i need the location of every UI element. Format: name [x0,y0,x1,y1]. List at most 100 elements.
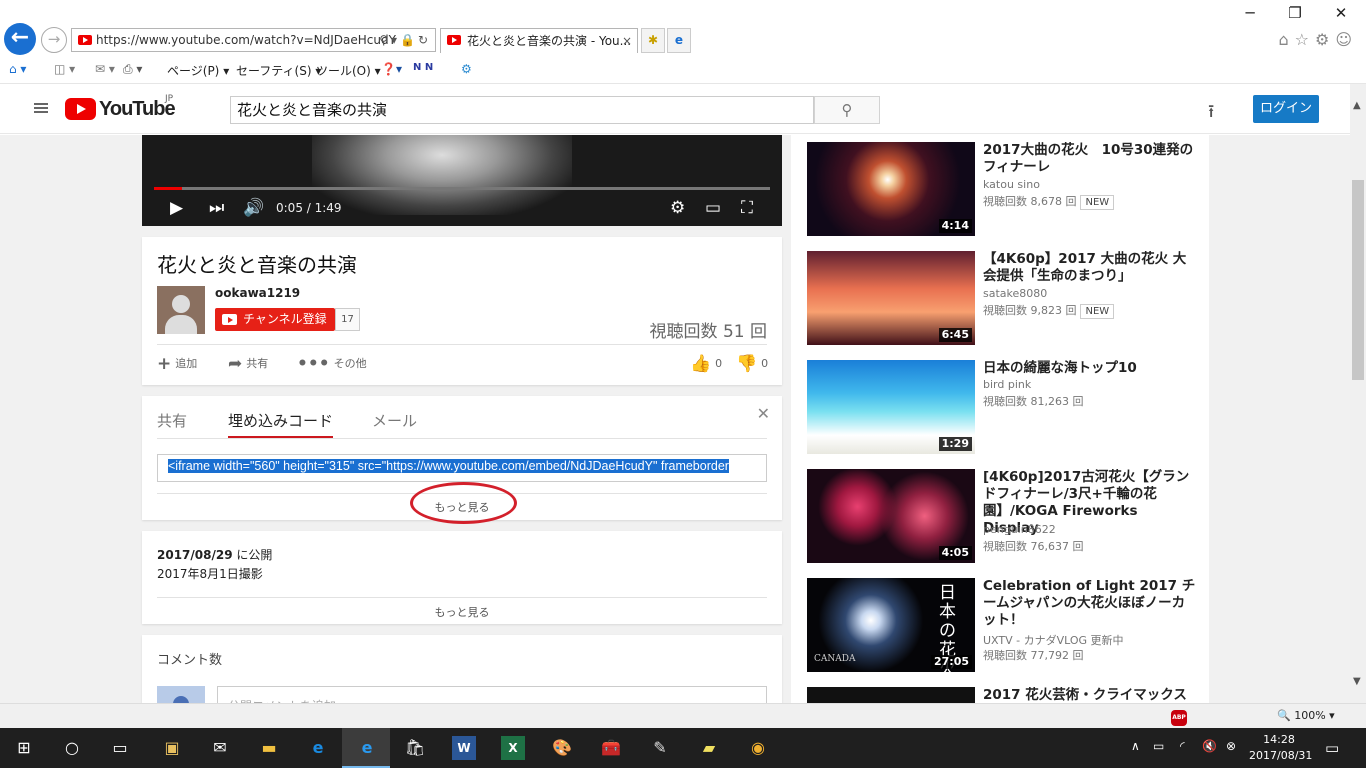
rss-icon[interactable]: ◫ ▾ [54,62,75,76]
search-button[interactable]: ⚲ [814,96,880,124]
wifi-icon[interactable]: ◜ [1180,739,1185,753]
related-video-5[interactable]: 日本の花火 CANADA 27:05 Celebration of Light … [807,578,1197,673]
fullscreen-icon[interactable]: ⛶ [741,198,753,218]
help-icon[interactable]: ❓▾ [381,62,402,76]
internet-explorer-icon[interactable]: e [355,736,379,760]
photo-viewer-icon[interactable]: ▣ [160,736,184,760]
excel-icon[interactable]: X [501,736,525,760]
tab-embed[interactable]: 埋め込みコード [228,410,333,431]
menu-safety[interactable]: セーフティ(S) ▾ [236,62,321,79]
battery-icon[interactable]: ▭ [1153,739,1164,753]
thumbnail[interactable]: 4:05 [807,469,975,563]
toolbox-icon[interactable]: 🧰 [599,736,623,760]
cortana-icon[interactable]: ○ [60,736,84,760]
thumbnail[interactable] [807,687,975,703]
settings-icon[interactable]: ⚙ [670,198,685,218]
system-clock[interactable]: 14:28 2017/08/31 [1249,732,1312,764]
edge-browser-icon[interactable]: e [306,736,330,760]
onenote-icon[interactable]: N N [413,62,433,73]
thumbnail[interactable]: 日本の花火 CANADA 27:05 [807,578,975,672]
add-button[interactable]: + 追加 [157,354,197,374]
new-tab-button[interactable]: ✱ [641,28,665,53]
volume-muted-icon[interactable]: 🔇 [1202,739,1217,753]
youtube-logo-text[interactable]: YouTube [99,98,176,121]
close-window-button[interactable]: ✕ [1326,4,1356,22]
like-button[interactable]: 👍 0 [690,354,722,374]
zoom-control[interactable]: 🔍 100% ▾ [1277,709,1335,722]
settings-gear-icon[interactable]: ⚙ [461,62,472,76]
share-button[interactable]: ➦ 共有 [228,354,268,374]
related-video-3[interactable]: 1:29 日本の綺麗な海トップ10 bird pink 視聴回数 81,263 … [807,360,1197,455]
subscribe-button[interactable]: チャンネル登録 [215,308,335,331]
divider [157,597,767,598]
tab-share[interactable]: 共有 [157,410,187,431]
thumbnail[interactable]: 4:14 [807,142,975,236]
tray-chevron-icon[interactable]: ∧ [1131,739,1140,753]
volume-icon[interactable]: 🔊 [243,198,264,218]
avatar[interactable] [157,286,205,334]
minimize-button[interactable]: ─ [1235,4,1265,22]
thumbnail[interactable]: 1:29 [807,360,975,454]
next-icon[interactable]: ⏭ [209,198,224,218]
address-bar[interactable]: https://www.youtube.com/watch?v=NdJDaeHc… [71,28,436,52]
login-button[interactable]: ログイン [1253,95,1319,123]
mail-app-icon[interactable]: ✉ [208,736,232,760]
related-video-1[interactable]: 4:14 2017大曲の花火 10号30連発のフィナーレ katou sino … [807,142,1197,237]
ie-toolbar-icons[interactable]: ⌂☆⚙☺ [1278,30,1358,49]
related-title[interactable]: Celebration of Light 2017 チームジャパンの大花火ほぼノ… [983,578,1197,629]
scroll-down-icon[interactable]: ▼ [1353,676,1361,687]
notifications-icon[interactable]: ▭ [1325,739,1339,757]
chrome-icon[interactable]: ◉ [746,736,770,760]
play-icon[interactable]: ▶ [170,198,183,218]
menu-page[interactable]: ページ(P) ▾ [167,62,229,79]
store-icon[interactable]: 🛍 [403,736,427,760]
related-title[interactable]: 2017大曲の花火 10号30連発のフィナーレ [983,142,1197,176]
related-title[interactable]: 2017 花火芸術・クライマックス [983,687,1197,703]
home-icon[interactable]: ⌂ ▾ [9,62,26,76]
video-progress-bar[interactable] [154,187,770,190]
thumbnail[interactable]: 6:45 [807,251,975,345]
scroll-up-icon[interactable]: ▲ [1353,100,1361,111]
related-video-4[interactable]: 4:05 [4K60p]2017古河花火【グランドフィナーレ/3尺+千輪の花園】… [807,469,1197,564]
address-bar-icons[interactable]: ⚲▾🔒↻ [379,29,431,51]
comment-input[interactable]: 公開コメントを追加... [217,686,767,703]
forward-button[interactable]: → [41,27,67,53]
word-icon[interactable]: W [452,736,476,760]
mail-icon[interactable]: ✉ ▾ [95,62,115,76]
paint-icon[interactable]: 🎨 [550,736,574,760]
video-player[interactable]: ▶ ⏭ 🔊 0:05 / 1:49 ⚙ ▭ ⛶ [142,135,782,226]
tab-close-icon[interactable]: × [622,29,632,53]
print-icon[interactable]: ⎙ ▾ [123,62,142,77]
more-button[interactable]: ••• その他 [297,354,367,374]
paint-3d-icon[interactable]: ✎ [648,736,672,760]
close-icon[interactable]: ✕ [757,404,770,423]
dislike-button[interactable]: 👎 0 [736,354,768,374]
description-show-more[interactable]: もっと見る [142,604,782,620]
page-scrollbar[interactable]: ▲ ▼ [1350,84,1366,703]
uploader-name[interactable]: ookawa1219 [215,286,300,300]
tab-email[interactable]: メール [372,410,417,431]
upload-icon[interactable]: ⭱ [1208,99,1214,129]
related-title[interactable]: 日本の綺麗な海トップ10 [983,360,1197,377]
ime-icon[interactable]: ⊗ [1226,739,1236,753]
related-title[interactable]: 【4K60p】2017 大曲の花火 大会提供「生命のまつり」 [983,251,1197,285]
related-video-6[interactable]: 2017 花火芸術・クライマックス [807,687,1197,703]
windows-start-icon[interactable]: ⊞ [12,736,36,760]
browser-tab-active[interactable]: 花火と炎と音楽の共演 - You... × [440,28,638,53]
file-explorer-icon[interactable]: ▬ [257,736,281,760]
related-video-2[interactable]: 6:45 【4K60p】2017 大曲の花火 大会提供「生命のまつり」 sata… [807,251,1197,346]
search-input[interactable]: 花火と炎と音楽の共演 [230,96,814,124]
embed-code-field[interactable]: <iframe width="560" height="315" src="ht… [157,454,767,482]
restore-button[interactable]: ❐ [1280,4,1310,22]
adblock-icon[interactable]: ABP [1171,710,1187,726]
scrollbar-thumb[interactable] [1352,180,1364,380]
youtube-logo-icon[interactable] [65,98,96,120]
back-button[interactable]: ← [4,23,36,55]
description-card: 2017/08/29 に公開 2017年8月1日撮影 もっと見る [142,531,782,624]
edge-icon[interactable]: e [667,28,691,53]
theater-mode-icon[interactable]: ▭ [705,198,721,218]
menu-tools[interactable]: ツール(O) ▾ [316,62,381,79]
menu-hamburger-icon[interactable] [34,103,48,105]
task-view-icon[interactable]: ▭ [108,736,132,760]
sticky-notes-icon[interactable]: ▰ [697,736,721,760]
